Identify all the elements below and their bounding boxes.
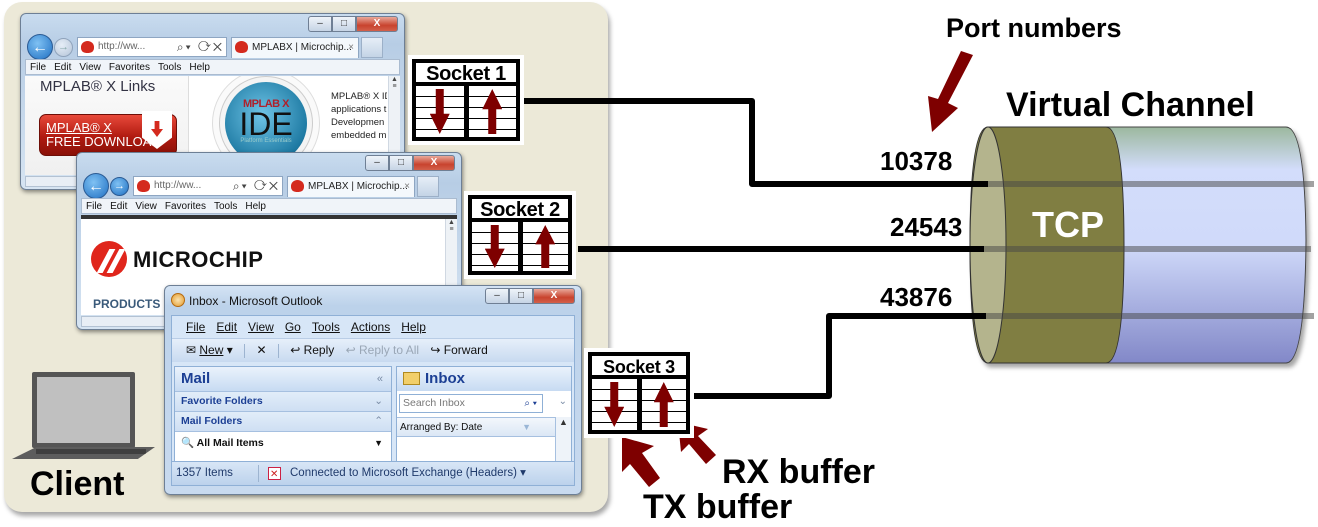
socket-title: Socket 2 (472, 199, 568, 222)
socket-1: Socket 1 (408, 55, 524, 145)
diagram-graphics (524, 51, 1314, 487)
tx-buffer-label: TX buffer (643, 488, 793, 526)
arrow-down-icon (484, 225, 505, 268)
arrow-up-icon (482, 89, 503, 134)
rx-buffer-label: RX buffer (722, 453, 875, 491)
arrow-down-icon (429, 89, 450, 134)
tx-buffer (592, 379, 642, 430)
tx-buffer (416, 86, 469, 137)
arrow-up-icon (535, 225, 556, 268)
virtual-channel-cylinder (969, 126, 1307, 364)
tx-buffer (472, 222, 523, 271)
socket-title: Socket 1 (416, 63, 516, 86)
tx-buffer-arrow (622, 437, 660, 487)
port-numbers-arrow (928, 51, 973, 132)
port-number-3: 43876 (880, 282, 953, 312)
rx-buffer (641, 379, 686, 430)
rx-buffer (522, 222, 568, 271)
port-number-1: 10378 (880, 146, 953, 176)
arrow-up-icon (653, 382, 674, 427)
channel-body (1104, 126, 1307, 364)
rx-buffer (468, 86, 516, 137)
socket-title: Socket 3 (592, 356, 686, 379)
connection-socket-3 (694, 313, 986, 399)
tcp-label: TCP (1032, 204, 1104, 245)
virtual-channel-label: Virtual Channel (1006, 86, 1255, 124)
port-numbers-label: Port numbers (946, 13, 1122, 43)
arrow-down-icon (604, 382, 625, 427)
port-number-2: 24543 (890, 212, 963, 242)
channel-end-cap (969, 126, 1007, 364)
socket-2: Socket 2 (464, 191, 576, 279)
socket-3: Socket 3 (584, 348, 694, 438)
